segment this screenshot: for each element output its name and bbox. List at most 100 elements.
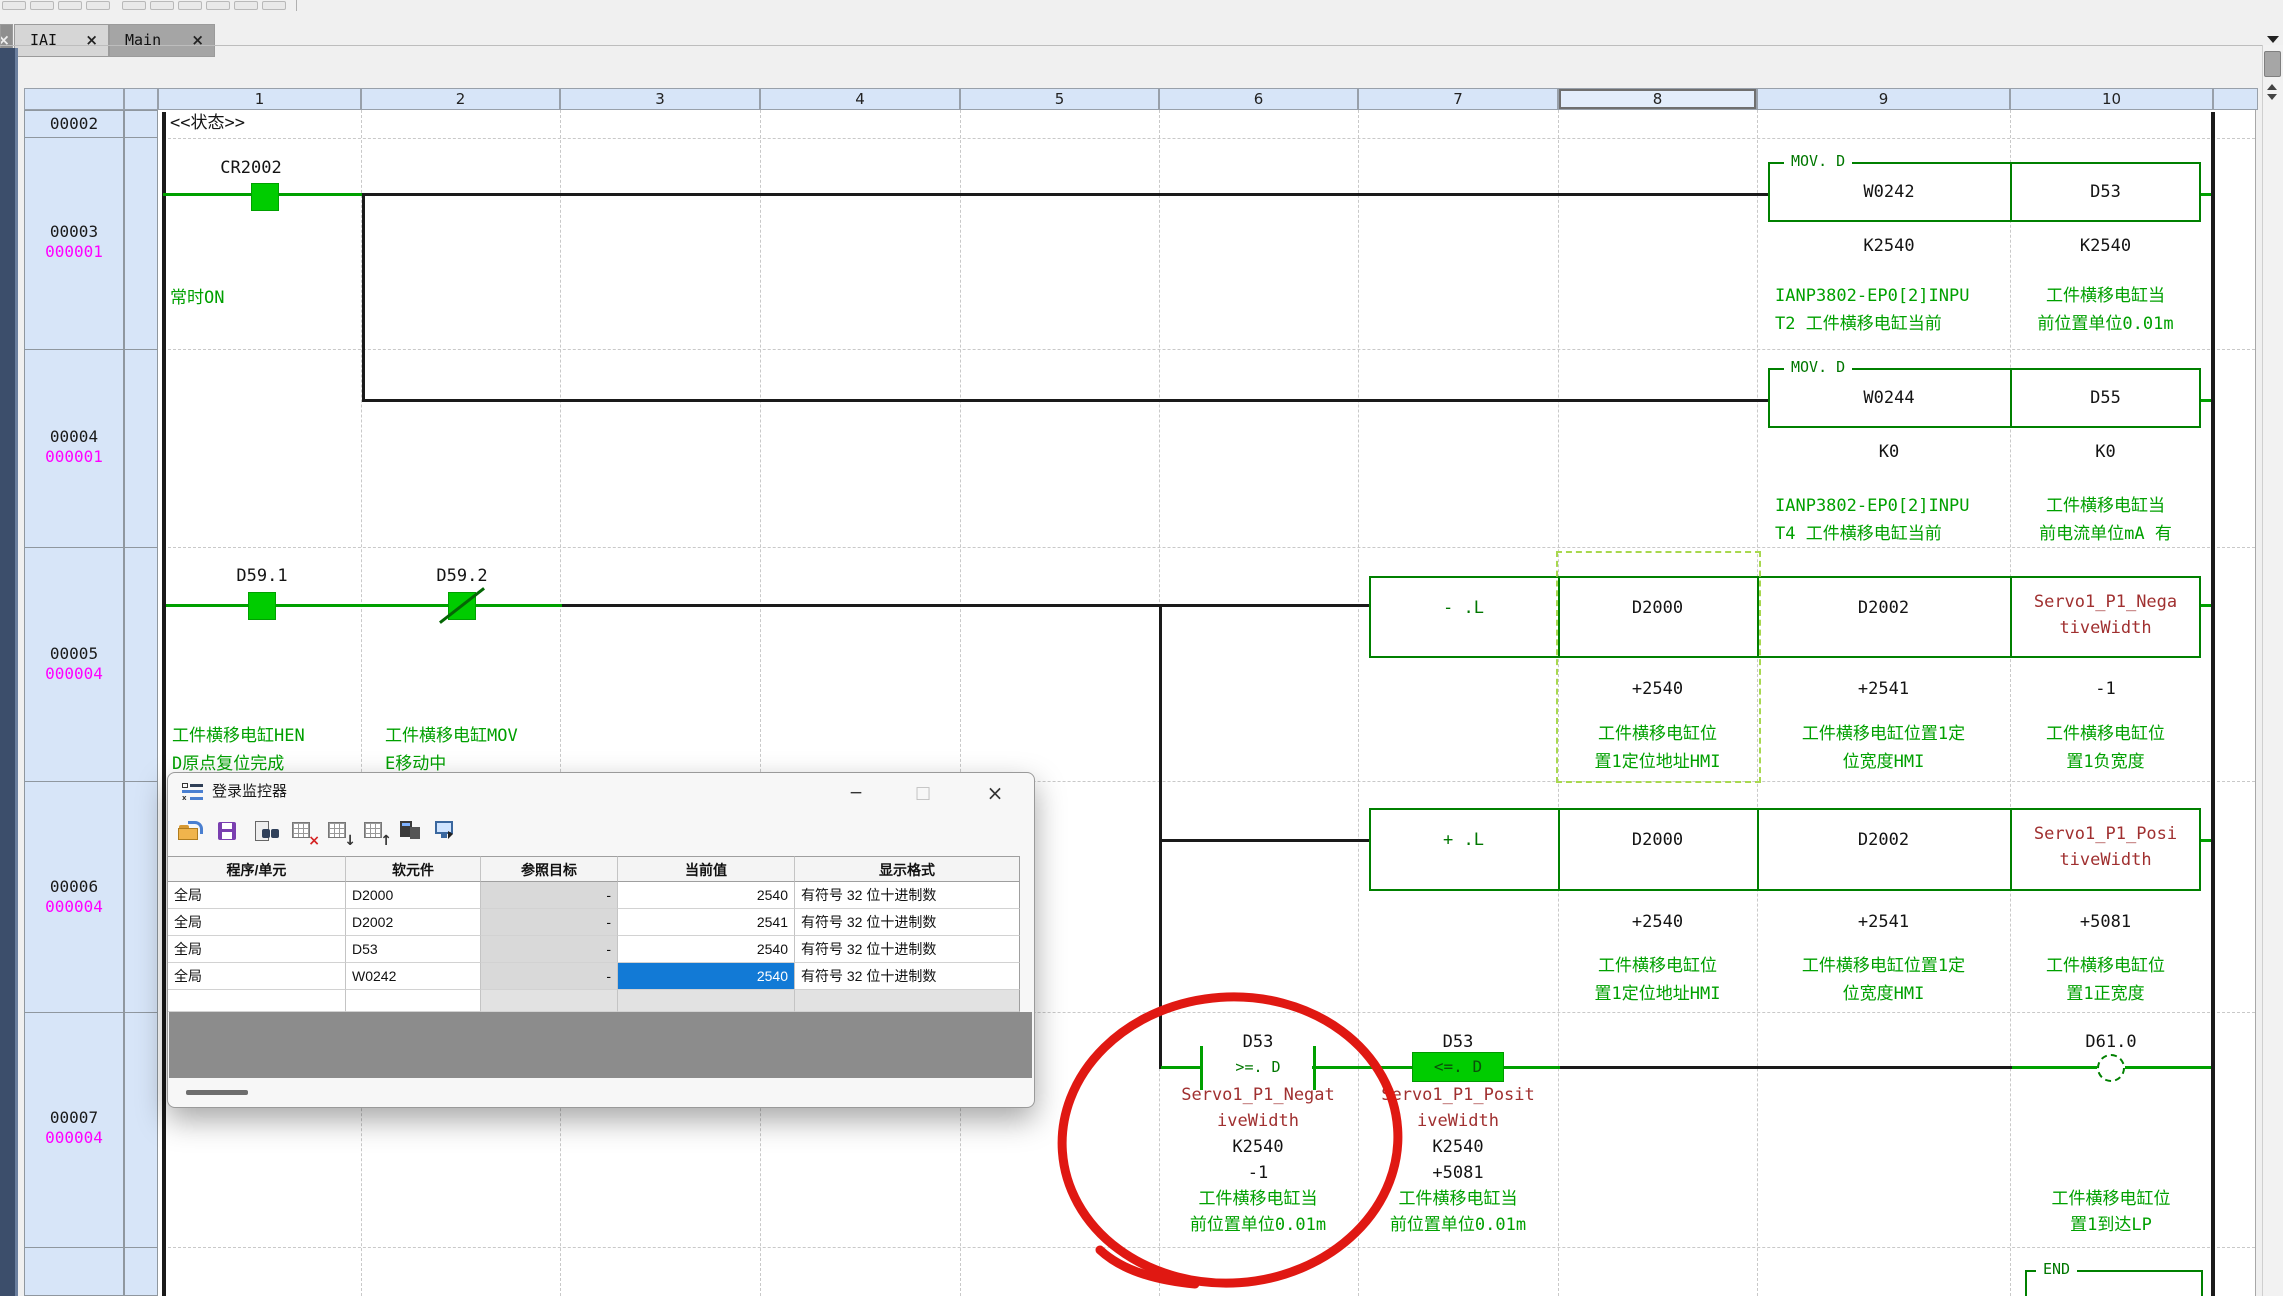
row-up-icon[interactable]: ↑ — [362, 819, 390, 845]
cell-program[interactable]: 全局 — [168, 936, 346, 963]
col-header-current-value[interactable]: 当前值 — [618, 856, 795, 882]
toolbar-icon[interactable] — [150, 1, 174, 10]
cell-program[interactable]: 全局 — [168, 909, 346, 936]
watch-row[interactable]: 全局 D2000 - 2540 有符号 32 位十进制数 — [168, 882, 1020, 909]
horizontal-scrollbar-thumb[interactable] — [186, 1090, 248, 1095]
device-monitor-icon[interactable] — [398, 819, 426, 845]
instruction-mnemonic[interactable]: + .L — [1369, 830, 1558, 850]
rung-cell — [124, 349, 158, 548]
toolbar-icon[interactable] — [30, 1, 54, 10]
device-comment: E移动中 — [385, 754, 585, 774]
step-number: 000004 — [24, 664, 124, 684]
instruction-mnemonic[interactable]: - .L — [1369, 598, 1558, 618]
cell-display-format[interactable]: 有符号 32 位十进制数 — [795, 963, 1020, 990]
scroll-arrow-icon[interactable] — [2267, 36, 2279, 43]
operand-dest[interactable]: D53 — [2010, 182, 2201, 202]
col-header-reference[interactable]: 参照目标 — [481, 856, 618, 882]
cell-current-value-selected[interactable]: 2540 — [618, 963, 795, 990]
cell-device[interactable]: W0242 — [346, 963, 481, 990]
toolbar-icon[interactable] — [234, 1, 258, 10]
toolbar-icon[interactable] — [2, 1, 26, 10]
close-button[interactable]: × — [979, 780, 1011, 806]
device-comment: 工件横移电缸位 — [2010, 724, 2201, 744]
toolbar-icon[interactable] — [86, 1, 110, 10]
device-comment: IANP3802-EP0[2]INPU — [1775, 496, 2007, 516]
rung-title: <<状态>> — [170, 113, 390, 133]
maximize-button[interactable]: □ — [907, 780, 939, 806]
grid-line — [960, 110, 961, 1296]
cell-display-format[interactable]: 有符号 32 位十进制数 — [795, 882, 1020, 909]
device-comment: 前电流单位mA 有 — [2010, 524, 2201, 544]
minimize-button[interactable]: − — [840, 780, 872, 806]
cell-reference[interactable]: - — [481, 882, 618, 909]
cell-reference[interactable]: - — [481, 936, 618, 963]
display-icon[interactable] — [434, 819, 462, 845]
toolbar-icon[interactable] — [262, 1, 286, 10]
cell-reference[interactable]: - — [481, 909, 618, 936]
watch-window-titlebar[interactable]: x 登录监控器 − □ × — [168, 773, 1034, 811]
operand[interactable]: D2000 — [1558, 830, 1757, 850]
row-down-icon[interactable]: ↓ — [326, 819, 354, 845]
no-contact-on[interactable] — [248, 592, 276, 620]
compare-contact-on[interactable]: <=. D — [1412, 1052, 1504, 1082]
operand-symbol-name[interactable]: Servo1_P1_Posi — [2010, 824, 2201, 844]
cell-device[interactable]: D2000 — [346, 882, 481, 909]
operand-source[interactable]: W0244 — [1768, 388, 2010, 408]
cell-current-value[interactable]: 2540 — [618, 882, 795, 909]
splitter-down-icon[interactable] — [2267, 94, 2277, 100]
delete-row-icon[interactable]: × — [290, 819, 318, 845]
operand-symbol-name[interactable]: tiveWidth — [2010, 850, 2201, 870]
splitter-up-icon[interactable] — [2267, 84, 2277, 90]
operand-symbol-name[interactable]: Servo1_P1_Nega — [2010, 592, 2201, 612]
cell-device[interactable]: D2002 — [346, 909, 481, 936]
contact-device-label: CR2002 — [191, 158, 311, 178]
monitor-value: +5081 — [2010, 912, 2201, 932]
cell-current-value[interactable]: 2540 — [618, 936, 795, 963]
grid-line — [560, 110, 561, 1296]
no-contact-on[interactable] — [251, 183, 279, 211]
close-icon[interactable]: × — [85, 25, 98, 56]
operand[interactable]: D2002 — [1757, 830, 2010, 850]
tab-iai[interactable]: IAI × — [14, 24, 109, 57]
rung-number: 00007 — [24, 1108, 124, 1128]
device-comment: IANP3802-EP0[2]INPU — [1775, 286, 2007, 306]
vertical-scrollbar[interactable] — [2262, 45, 2283, 1296]
cell-display-format[interactable]: 有符号 32 位十进制数 — [795, 909, 1020, 936]
wire-segment — [166, 604, 562, 607]
watch-row[interactable]: 全局 D53 - 2540 有符号 32 位十进制数 — [168, 936, 1020, 963]
device-comment: 工件横移电缸位 — [2010, 956, 2201, 976]
device-comment: 置1到达LP — [2001, 1215, 2221, 1235]
close-icon[interactable]: × — [191, 25, 204, 56]
watch-row[interactable]: 全局 D2002 - 2541 有符号 32 位十进制数 — [168, 909, 1020, 936]
col-header-display-format[interactable]: 显示格式 — [795, 856, 1020, 882]
operand-symbol-name[interactable]: tiveWidth — [2010, 618, 2201, 638]
operand-source[interactable]: W0242 — [1768, 182, 2010, 202]
toolbar-icon[interactable] — [178, 1, 202, 10]
rung-number: 00003 — [24, 222, 124, 242]
operand[interactable]: D2002 — [1757, 598, 2010, 618]
save-icon[interactable] — [216, 819, 244, 845]
cell-program[interactable]: 全局 — [168, 963, 346, 990]
cell-program[interactable]: 全局 — [168, 882, 346, 909]
output-coil[interactable] — [2097, 1054, 2125, 1082]
col-header-program[interactable]: 程序/单元 — [168, 856, 346, 882]
watch-row-selected[interactable]: 全局 W0242 - 2540 有符号 32 位十进制数 — [168, 963, 1020, 990]
toolbar-icon[interactable] — [58, 1, 82, 10]
watch-row-empty[interactable] — [168, 990, 1020, 1012]
operand-dest[interactable]: D55 — [2010, 388, 2201, 408]
cell-device[interactable]: D53 — [346, 936, 481, 963]
instruction-label: MOV. D — [1784, 358, 1852, 376]
find-icon[interactable] — [254, 819, 282, 845]
scrollbar-thumb[interactable] — [2264, 51, 2281, 77]
cell-current-value[interactable]: 2541 — [618, 909, 795, 936]
toolbar-icon[interactable] — [206, 1, 230, 10]
col-header-device[interactable]: 软元件 — [346, 856, 481, 882]
open-icon[interactable] — [178, 819, 206, 845]
contact-device-label: D59.2 — [402, 566, 522, 586]
toolbar-icon[interactable] — [122, 1, 146, 10]
monitor-value: -1 — [2010, 679, 2201, 699]
tab-main[interactable]: Main × — [109, 24, 215, 57]
document-tab-bar: × IAI × Main × — [0, 12, 2283, 45]
cell-reference[interactable]: - — [481, 963, 618, 990]
cell-display-format[interactable]: 有符号 32 位十进制数 — [795, 936, 1020, 963]
